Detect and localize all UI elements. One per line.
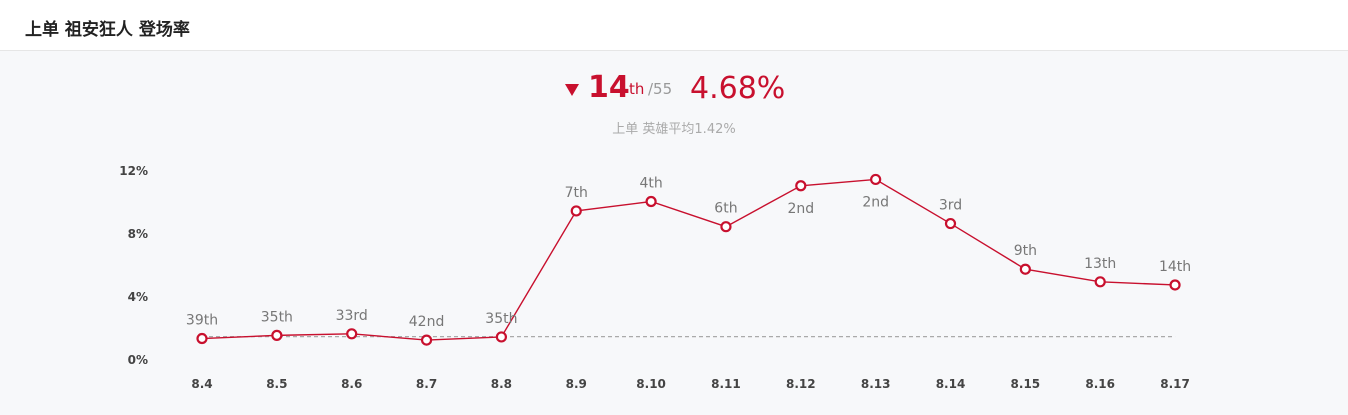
data-point (271, 329, 283, 341)
rank-label: 14th (1159, 259, 1191, 275)
x-tick-label: 8.8 (491, 377, 512, 391)
data-point (1019, 263, 1031, 275)
rank-label: 35th (261, 309, 293, 325)
data-point (346, 328, 358, 340)
x-tick-label: 8.16 (1085, 377, 1115, 391)
rank-label: 13th (1084, 256, 1116, 272)
data-point (720, 221, 732, 233)
rank-label: 2nd (787, 201, 814, 217)
rank-label: 35th (485, 311, 517, 327)
rank-label: 6th (714, 201, 737, 217)
rank-label: 2nd (862, 194, 889, 210)
usage-line-chart: 0% 4% 8% 12% 8.4 8.5 8.6 8.7 8.8 8.9 8.10 8.11 8.12 8… (119, 164, 1191, 391)
x-tick-label: 8.11 (711, 377, 741, 391)
x-tick-label: 8.17 (1160, 377, 1190, 391)
x-tick-label: 8.13 (861, 377, 891, 391)
rank-label: 3rd (939, 198, 962, 214)
x-tick-label: 8.12 (786, 377, 816, 391)
x-tick-label: 8.14 (936, 377, 966, 391)
rank-label: 39th (186, 313, 218, 329)
rank-label: 9th (1014, 243, 1037, 259)
data-point (495, 331, 507, 343)
y-tick-label: 0% (128, 353, 148, 367)
data-point (645, 195, 657, 208)
x-tick-label: 8.15 (1011, 377, 1041, 391)
data-point (196, 332, 208, 345)
y-tick-label: 4% (128, 290, 148, 304)
data-point (1094, 276, 1106, 288)
data-point (1169, 279, 1181, 291)
x-tick-label: 8.9 (566, 377, 587, 391)
x-tick-label: 8.7 (416, 377, 437, 391)
data-point (570, 205, 582, 217)
data-point (420, 334, 433, 346)
y-tick-label: 8% (128, 227, 148, 241)
x-tick-label: 8.5 (266, 377, 287, 391)
data-point (944, 217, 957, 230)
rank-label: 42nd (409, 314, 445, 330)
data-point (870, 173, 882, 186)
x-tick-label: 8.4 (191, 377, 212, 391)
data-point (795, 180, 807, 192)
y-tick-label: 12% (119, 164, 148, 178)
x-tick-label: 8.10 (636, 377, 666, 391)
rank-label: 33rd (336, 308, 368, 324)
rank-label: 4th (639, 176, 662, 192)
usage-rate-panel: 上单 祖安狂人 登场率 14 th /55 4.68% 上单 英雄平均1.42%… (0, 0, 1348, 415)
rank-label: 7th (565, 185, 588, 201)
x-tick-label: 8.6 (341, 377, 362, 391)
